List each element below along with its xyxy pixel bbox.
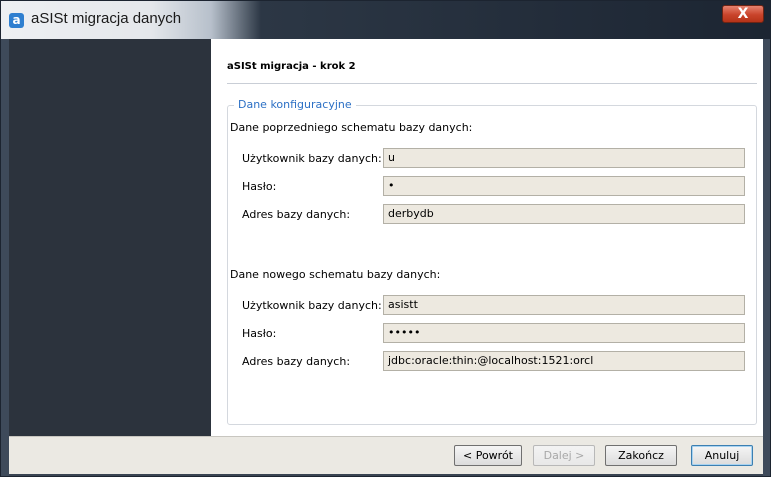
old-user-label: Użytkownik bazy danych: bbox=[242, 152, 382, 165]
app-logo-icon: a bbox=[9, 13, 24, 28]
cancel-button[interactable]: Anuluj bbox=[691, 445, 753, 466]
back-button[interactable]: < Powrót bbox=[454, 445, 522, 466]
new-user-label: Użytkownik bazy danych: bbox=[242, 299, 382, 312]
close-icon: X bbox=[737, 6, 749, 22]
new-user-input[interactable]: asistt bbox=[383, 295, 745, 315]
old-user-input[interactable]: u bbox=[383, 148, 745, 168]
new-password-input[interactable]: ••••• bbox=[383, 323, 745, 343]
wizard-content: aSISt migracja - krok 2 Dane konfiguracy… bbox=[211, 39, 763, 436]
new-schema-heading: Dane nowego schematu bazy danych: bbox=[230, 268, 441, 281]
wizard-footer: < Powrót Dalej > Zakończ Anuluj bbox=[9, 436, 763, 474]
config-group: Dane konfiguracyjne Dane poprzedniego sc… bbox=[227, 98, 757, 425]
old-password-input[interactable]: • bbox=[383, 176, 745, 196]
migration-window: a aSISt migracja danych X aSISt migracja… bbox=[0, 0, 771, 477]
window-title: aSISt migracja danych bbox=[31, 10, 182, 27]
close-button[interactable]: X bbox=[722, 5, 764, 23]
group-legend: Dane konfiguracyjne bbox=[234, 98, 356, 111]
step-title: aSISt migracja - krok 2 bbox=[227, 61, 356, 72]
old-address-input[interactable]: derbydb bbox=[383, 204, 745, 224]
next-button[interactable]: Dalej > bbox=[533, 445, 595, 466]
title-bar[interactable]: a aSISt migracja danych X bbox=[1, 1, 770, 39]
new-address-label: Adres bazy danych: bbox=[242, 355, 351, 368]
window-left-border bbox=[1, 39, 9, 476]
finish-button[interactable]: Zakończ bbox=[605, 445, 677, 466]
window-right-border bbox=[763, 39, 770, 476]
old-password-label: Hasło: bbox=[242, 180, 277, 193]
new-address-input[interactable]: jdbc:oracle:thin:@localhost:1521:orcl bbox=[383, 351, 745, 371]
old-schema-heading: Dane poprzedniego schematu bazy danych: bbox=[230, 121, 473, 134]
wizard-side-panel bbox=[9, 39, 211, 436]
title-separator bbox=[227, 83, 757, 84]
old-address-label: Adres bazy danych: bbox=[242, 208, 351, 221]
new-password-label: Hasło: bbox=[242, 327, 277, 340]
